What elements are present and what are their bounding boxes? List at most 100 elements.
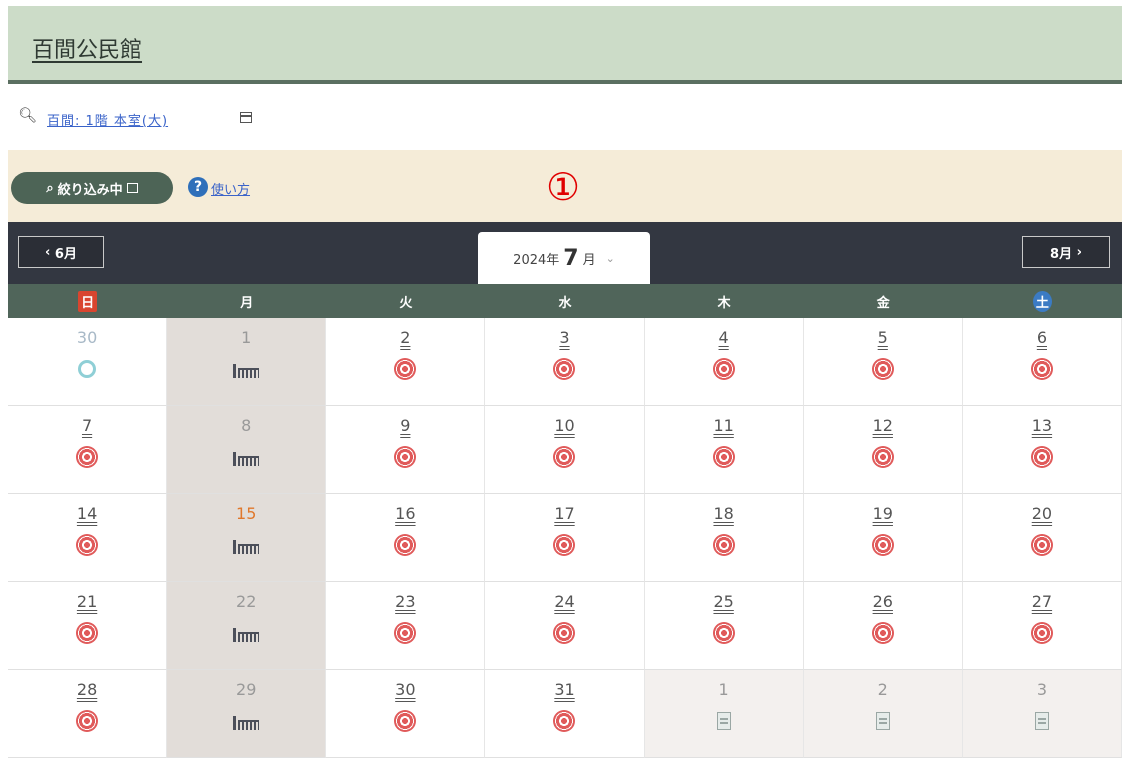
target-icon[interactable]	[394, 534, 417, 556]
calendar-day-cell[interactable]: 30	[326, 670, 486, 758]
target-icon[interactable]	[76, 446, 99, 468]
target-icon[interactable]	[553, 446, 576, 468]
search-icon: 🔍︎	[18, 106, 38, 124]
day-number[interactable]: 28	[8, 680, 166, 699]
calendar-day-cell[interactable]: 18	[644, 494, 804, 582]
next-month-button[interactable]: 8月 ›	[1022, 236, 1110, 268]
day-number[interactable]: 12	[804, 416, 962, 435]
month-selector[interactable]: 2024年 7 月 ⌄	[478, 232, 650, 284]
day-number[interactable]: 19	[804, 504, 962, 523]
target-icon[interactable]	[871, 446, 894, 468]
calendar-day-cell[interactable]: 13	[962, 406, 1122, 494]
doc-icon	[873, 710, 893, 734]
day-number[interactable]: 4	[645, 328, 803, 347]
day-number[interactable]: 13	[963, 416, 1121, 435]
target-icon[interactable]	[76, 534, 99, 556]
day-number[interactable]: 24	[485, 592, 643, 611]
calendar-day-cell[interactable]: 21	[8, 582, 168, 670]
target-icon[interactable]	[394, 710, 417, 732]
day-number[interactable]: 6	[963, 328, 1121, 347]
calendar-day-cell[interactable]: 4	[644, 318, 804, 406]
facility-filter-link[interactable]: 百間: 1階 本室(大)	[47, 110, 168, 129]
calendar-day-cell[interactable]: 16	[326, 494, 486, 582]
target-icon[interactable]	[394, 622, 417, 644]
calendar-day-cell[interactable]: 3	[485, 318, 645, 406]
day-number[interactable]: 3	[485, 328, 643, 347]
day-number[interactable]: 7	[8, 416, 166, 435]
prev-month-button[interactable]: ‹ 6月	[18, 236, 104, 268]
calendar-day-cell[interactable]: 25	[644, 582, 804, 670]
target-icon[interactable]	[553, 358, 576, 380]
help-link[interactable]: 使い方	[211, 179, 250, 198]
calendar-day-cell[interactable]: 26	[803, 582, 963, 670]
calendar-day-cell[interactable]: 14	[8, 494, 168, 582]
day-number[interactable]: 17	[485, 504, 643, 523]
day-number[interactable]: 9	[326, 416, 484, 435]
calendar-day-cell[interactable]: 11	[644, 406, 804, 494]
day-number[interactable]: 27	[963, 592, 1121, 611]
narrow-down-button[interactable]: ⌕ 絞り込み中	[11, 172, 173, 204]
day-number[interactable]: 10	[485, 416, 643, 435]
day-number[interactable]: 26	[804, 592, 962, 611]
target-icon[interactable]	[871, 622, 894, 644]
calendar-day-cell[interactable]: 19	[803, 494, 963, 582]
target-icon[interactable]	[1030, 446, 1053, 468]
year-label: 2024年	[513, 252, 560, 268]
target-icon[interactable]	[1030, 534, 1053, 556]
calendar-day-cell: 1	[644, 670, 804, 758]
target-icon[interactable]	[1030, 622, 1053, 644]
calendar-grid: 30 1 2 3 4 5 6 7 8 9 10 11 12 13 14 15 16 17 18 19 20 21 22 23 2…	[8, 318, 1122, 760]
closed-icon	[233, 626, 260, 642]
target-icon[interactable]	[712, 358, 735, 380]
day-number[interactable]: 11	[645, 416, 803, 435]
calendar-day-cell[interactable]: 2	[326, 318, 486, 406]
day-number[interactable]: 30	[326, 680, 484, 699]
calendar-day-cell[interactable]: 6	[962, 318, 1122, 406]
target-icon[interactable]	[1030, 358, 1053, 380]
target-icon[interactable]	[871, 358, 894, 380]
calendar-day-cell[interactable]: 24	[485, 582, 645, 670]
help-icon[interactable]: ?	[188, 177, 208, 197]
calendar-day-cell[interactable]: 17	[485, 494, 645, 582]
calendar-day-cell[interactable]: 10	[485, 406, 645, 494]
doc-icon	[1032, 710, 1052, 734]
day-number: 3	[1036, 680, 1047, 699]
closed-icon	[233, 538, 260, 554]
target-icon[interactable]	[712, 534, 735, 556]
page-header: 百間公民館	[8, 6, 1122, 84]
calendar-day-cell[interactable]: 27	[962, 582, 1122, 670]
day-number[interactable]: 16	[326, 504, 484, 523]
day-number[interactable]: 25	[645, 592, 803, 611]
day-number[interactable]: 14	[8, 504, 166, 523]
target-icon[interactable]	[553, 710, 576, 732]
calendar-day-cell[interactable]: 28	[8, 670, 168, 758]
day-number[interactable]: 18	[645, 504, 803, 523]
calendar-day-cell[interactable]: 23	[326, 582, 486, 670]
calendar-day-cell[interactable]: 31	[485, 670, 645, 758]
day-number[interactable]: 31	[485, 680, 643, 699]
target-icon[interactable]	[394, 446, 417, 468]
day-number[interactable]: 20	[963, 504, 1121, 523]
target-icon[interactable]	[76, 710, 99, 732]
calendar-day-cell[interactable]: 5	[803, 318, 963, 406]
day-number[interactable]: 21	[8, 592, 166, 611]
facility-title[interactable]: 百間公民館	[32, 32, 142, 64]
target-icon[interactable]	[394, 358, 417, 380]
target-icon[interactable]	[712, 622, 735, 644]
calendar-icon[interactable]	[240, 112, 252, 123]
target-icon[interactable]	[76, 622, 99, 644]
day-number[interactable]: 5	[804, 328, 962, 347]
month-suffix: 月	[582, 252, 596, 268]
calendar-day-cell[interactable]: 9	[326, 406, 486, 494]
target-icon[interactable]	[871, 534, 894, 556]
calendar-day-cell[interactable]: 12	[803, 406, 963, 494]
day-number[interactable]: 23	[326, 592, 484, 611]
target-icon[interactable]	[712, 446, 735, 468]
day-number[interactable]: 2	[326, 328, 484, 347]
calendar-day-cell[interactable]: 7	[8, 406, 168, 494]
target-icon[interactable]	[553, 534, 576, 556]
target-icon[interactable]	[553, 622, 576, 644]
weekday-mon: 月	[240, 295, 254, 311]
calendar-day-cell: 3	[962, 670, 1122, 758]
calendar-day-cell[interactable]: 20	[962, 494, 1122, 582]
